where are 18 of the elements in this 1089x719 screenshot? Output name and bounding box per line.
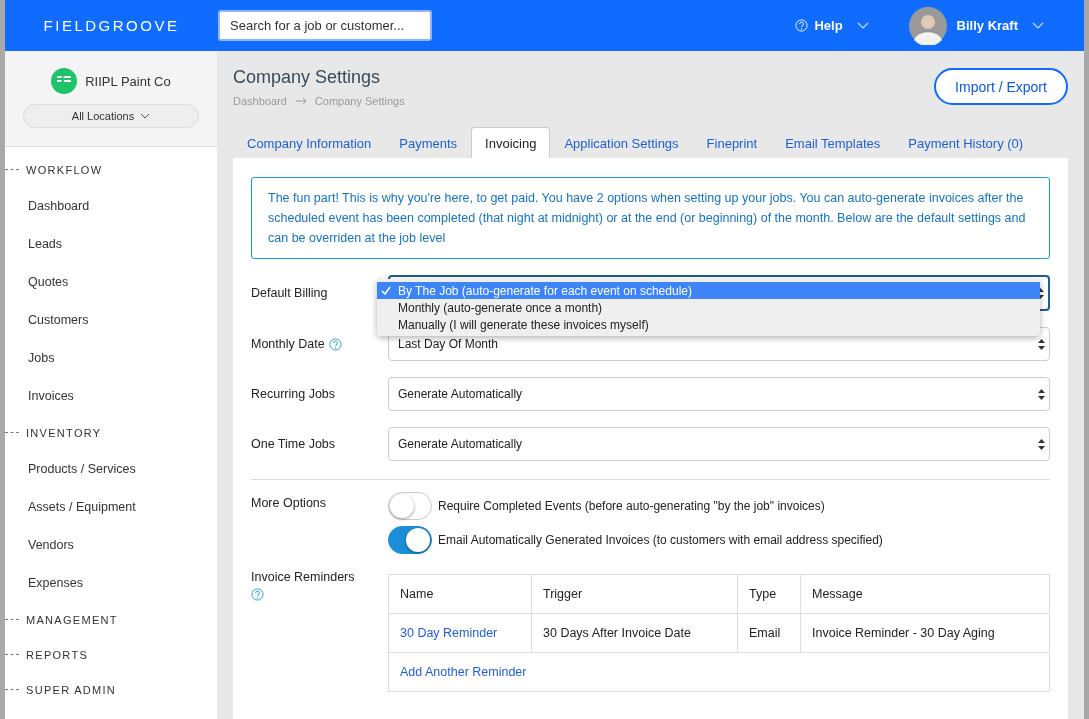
toggle-label: Require Completed Events (before auto-generating "by the job" invoices)	[438, 499, 825, 513]
info-message: The fun part! This is why you're here, to get paid. You have 2 options when setting up your jobs. You can auto-generate invoices after the scheduled event has been completed (that night at midnight) or at the end (or beginning) of the month. Below are the default settings and can be overriden at the job level	[251, 177, 1050, 259]
table-cell: Email	[749, 626, 781, 640]
column-header: Name	[389, 575, 532, 613]
page-title: Company Settings	[233, 67, 382, 88]
field-label: One Time Jobs	[251, 437, 336, 451]
field-label: More Options	[251, 496, 327, 510]
company-name: RIIPL Paint Co	[85, 73, 171, 89]
column-header: Message	[811, 586, 864, 603]
table-cell: 30 Days After Invoice Date	[543, 626, 691, 640]
field-label: Recurring Jobs	[251, 387, 336, 401]
table-cell: Invoice Reminder - 30 Day Aging	[812, 626, 995, 640]
field-label: Invoice Reminders	[251, 570, 355, 584]
column-header: Type	[738, 575, 801, 613]
field-label: Monthly Date	[251, 337, 325, 351]
field-label: Default Billing	[251, 286, 328, 300]
column-header: Trigger	[532, 575, 738, 613]
toggle-label: Email Automatically Generated Invoices (to customers with email address specified)	[438, 533, 883, 547]
